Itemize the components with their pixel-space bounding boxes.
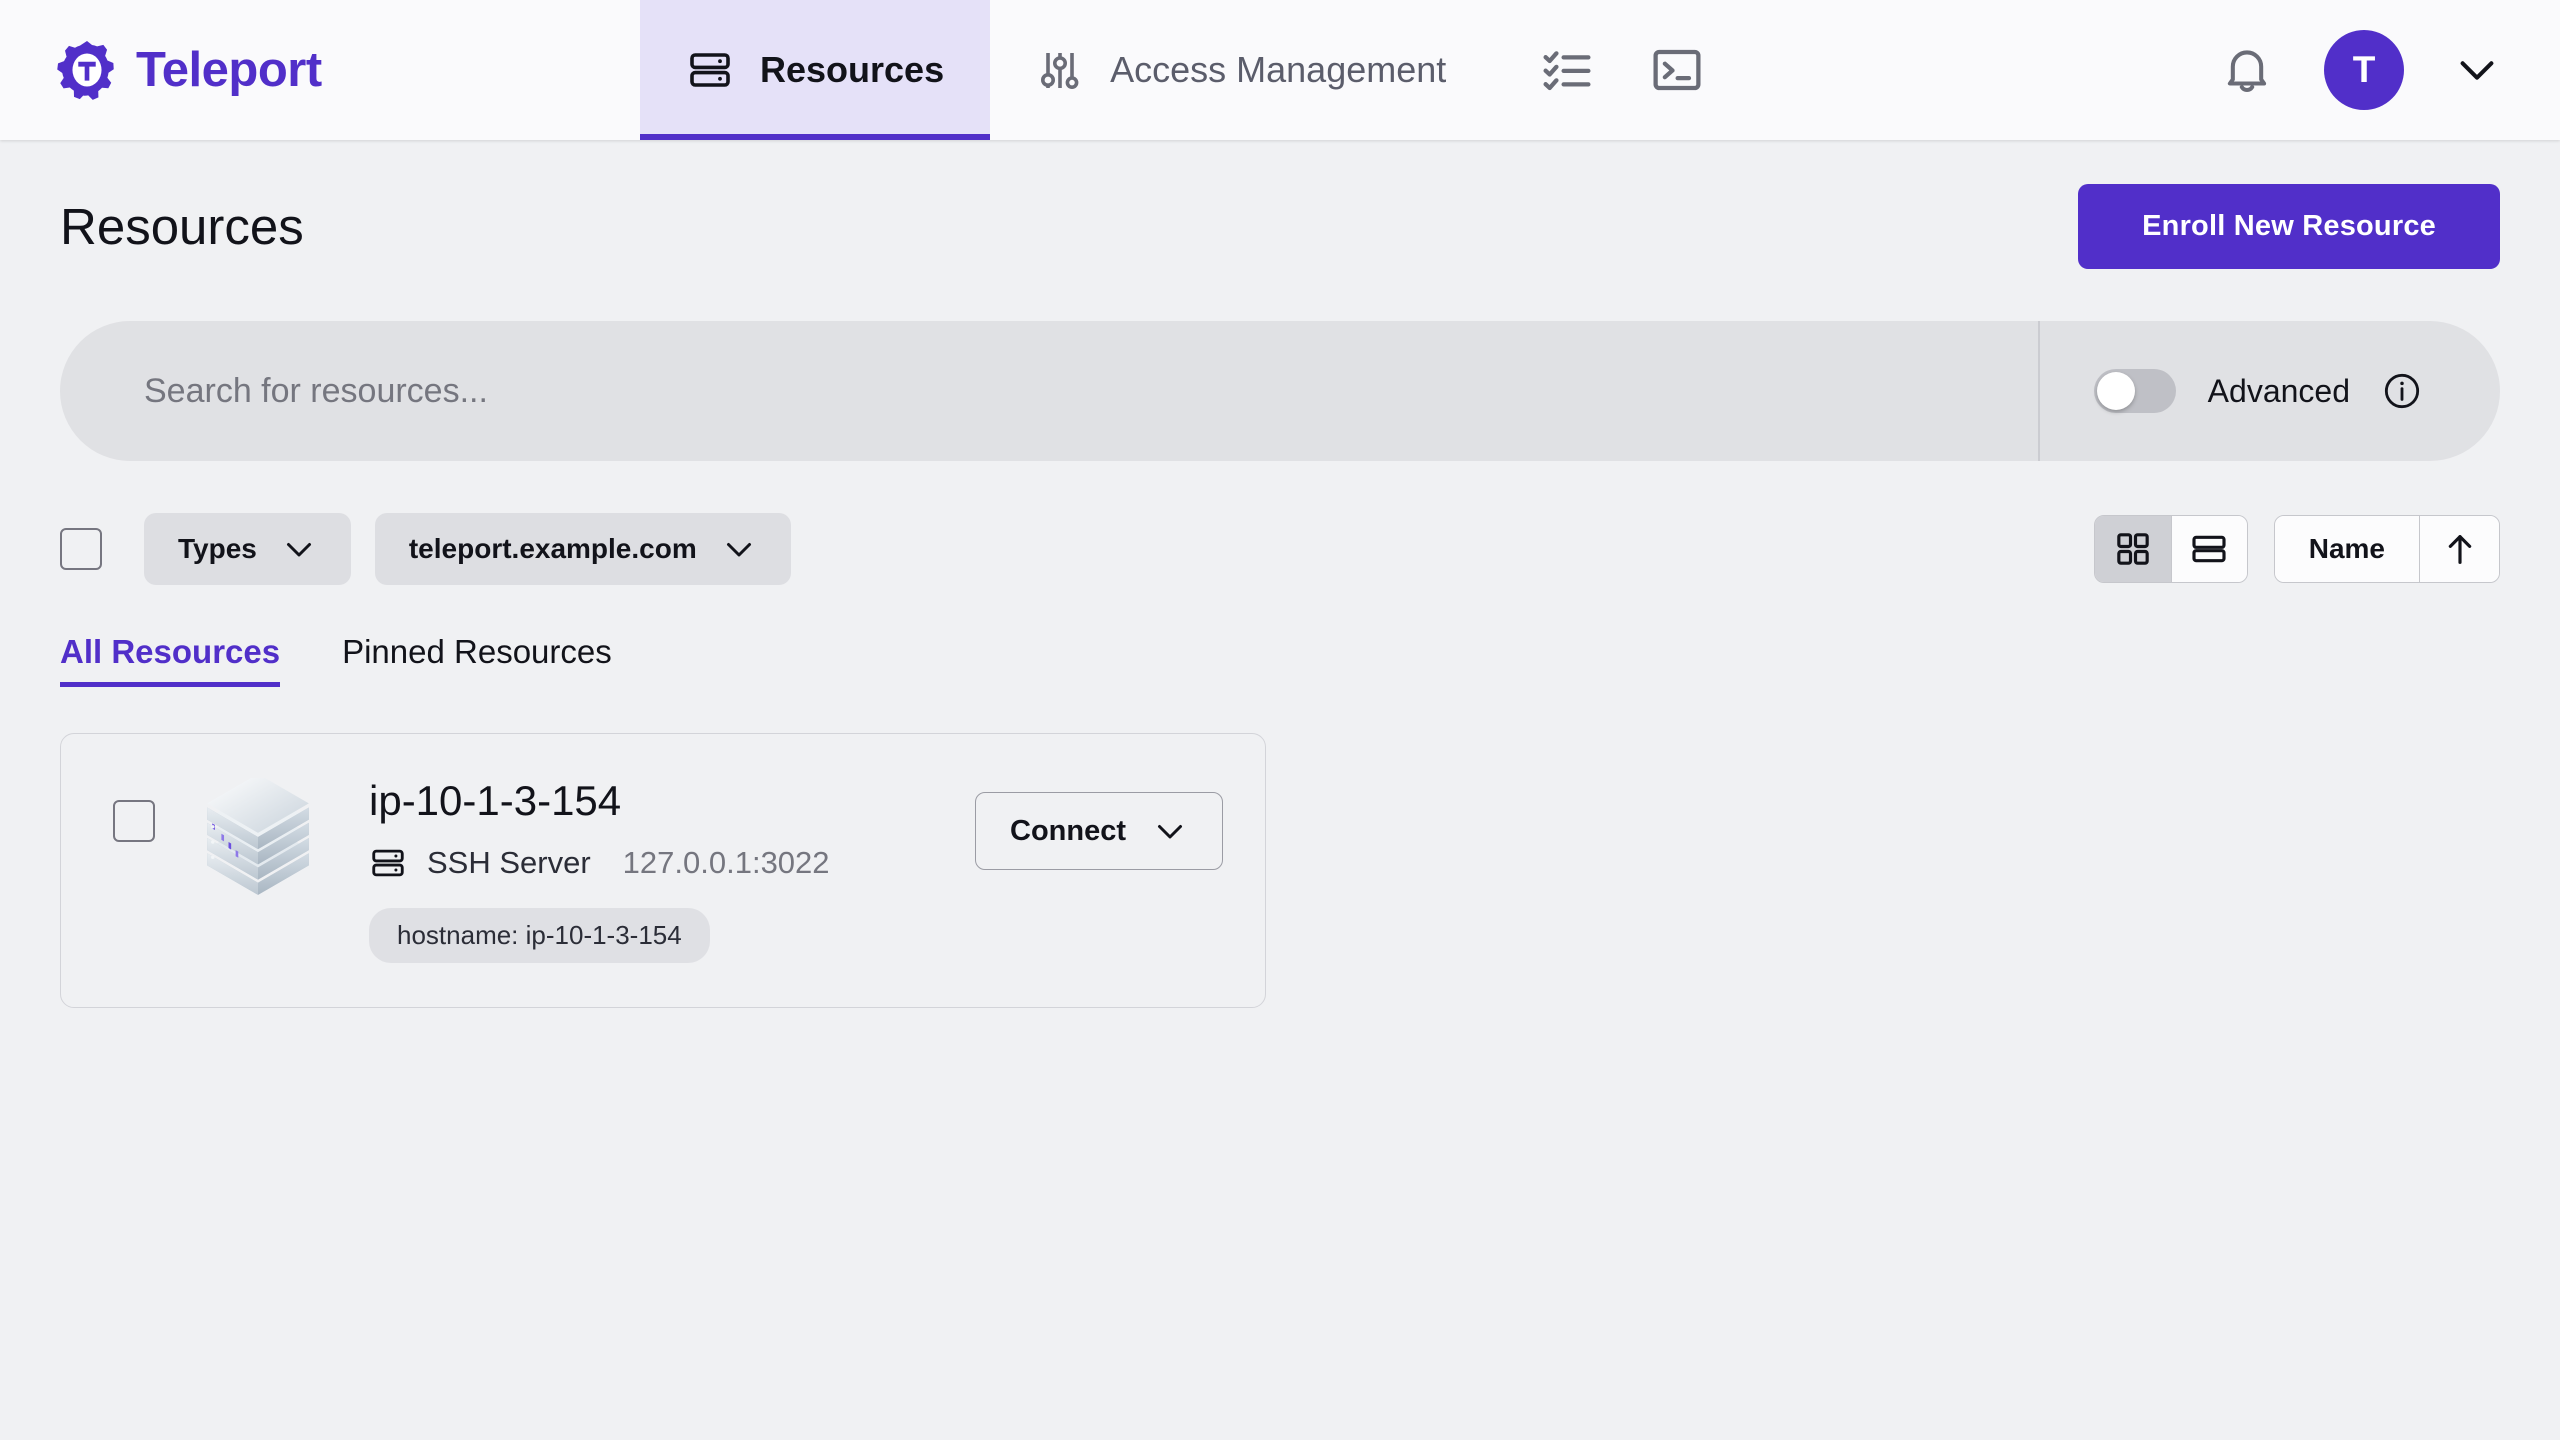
server-stack-3d-icon — [207, 778, 309, 895]
arrow-up-icon — [2448, 535, 2471, 564]
connect-button[interactable]: Connect — [975, 792, 1223, 870]
grid-view-button[interactable] — [2094, 516, 2171, 582]
sort-control: Name — [2273, 515, 2500, 583]
checklist-icon[interactable] — [1540, 43, 1594, 97]
search-input[interactable] — [144, 371, 2038, 411]
nav-tab-resources[interactable]: Resources — [640, 0, 991, 140]
cluster-filter-label: teleport.example.com — [408, 533, 697, 564]
brand-name: Teleport — [136, 43, 322, 97]
primary-nav-tabs: Resources Access Management — [640, 0, 1492, 140]
view-mode-switch — [2093, 515, 2248, 583]
nav-tab-access-management-label: Access Management — [1110, 49, 1447, 90]
filter-row: Types teleport.example.com Name — [60, 513, 2500, 585]
server-rack-icon — [690, 53, 730, 87]
server-rack-icon — [372, 849, 404, 877]
resource-kind: SSH Server — [427, 845, 591, 881]
resource-label-tag: hostname: ip-10-1-3-154 — [369, 908, 710, 964]
top-navigation-bar: Teleport Resources Access Management T — [0, 0, 2560, 140]
resource-card-list: ip-10-1-3-154 SSH Server 127.0.0.1:3022 … — [60, 733, 2500, 1009]
types-filter-label: Types — [178, 533, 257, 564]
select-all-checkbox[interactable] — [60, 528, 102, 570]
sliders-icon — [1041, 53, 1079, 89]
search-bar: Advanced — [60, 321, 2500, 461]
info-circle-icon[interactable] — [2382, 371, 2422, 411]
avatar[interactable]: T — [2324, 30, 2404, 110]
sort-direction-button[interactable] — [2419, 516, 2499, 582]
grid-view-icon — [2116, 533, 2149, 565]
chevron-down-icon — [1158, 825, 1182, 839]
resource-tabs: All Resources Pinned Resources — [60, 633, 2500, 687]
toggle-knob — [2096, 372, 2135, 410]
resource-card[interactable]: ip-10-1-3-154 SSH Server 127.0.0.1:3022 … — [60, 733, 1266, 1009]
nav-utility-icons — [1492, 0, 1704, 140]
advanced-search-toggle[interactable] — [2093, 369, 2176, 413]
enroll-new-resource-button[interactable]: Enroll New Resource — [2078, 184, 2500, 269]
chevron-down-icon — [726, 543, 751, 557]
page-content: Resources Enroll New Resource Advanced T… — [0, 140, 2560, 1009]
tab-all-resources[interactable]: All Resources — [60, 633, 281, 687]
view-and-sort-controls: Name — [2093, 515, 2500, 583]
resource-select-checkbox[interactable] — [113, 800, 155, 842]
resource-meta: SSH Server 127.0.0.1:3022 — [369, 844, 947, 882]
terminal-icon[interactable] — [1650, 43, 1704, 97]
resource-address: 127.0.0.1:3022 — [622, 845, 830, 881]
chevron-down-icon[interactable] — [2454, 47, 2500, 93]
advanced-label: Advanced — [2207, 372, 2350, 409]
search-input-wrapper — [60, 321, 2038, 461]
page-title: Resources — [60, 198, 304, 255]
nav-account-area: T — [2220, 0, 2560, 140]
sort-field-button[interactable]: Name — [2274, 516, 2419, 582]
nav-tab-resources-label: Resources — [760, 49, 945, 90]
list-view-icon — [2192, 535, 2226, 563]
chevron-down-icon — [286, 543, 311, 557]
bell-icon[interactable] — [2220, 43, 2274, 97]
connect-button-label: Connect — [1010, 814, 1126, 847]
tab-pinned-resources[interactable]: Pinned Resources — [342, 633, 612, 687]
list-view-button[interactable] — [2170, 516, 2247, 582]
page-header: Resources Enroll New Resource — [60, 140, 2500, 269]
cluster-filter-dropdown[interactable]: teleport.example.com — [374, 513, 791, 585]
brand-logo-home-link[interactable]: Teleport — [0, 0, 640, 140]
resource-card-body: ip-10-1-3-154 SSH Server 127.0.0.1:3022 … — [369, 777, 947, 964]
teleport-gear-logo-icon — [57, 40, 114, 100]
types-filter-dropdown[interactable]: Types — [144, 513, 351, 585]
advanced-search-zone: Advanced — [2040, 321, 2500, 461]
nav-tab-access-management[interactable]: Access Management — [990, 0, 1492, 140]
resource-name: ip-10-1-3-154 — [369, 777, 622, 824]
